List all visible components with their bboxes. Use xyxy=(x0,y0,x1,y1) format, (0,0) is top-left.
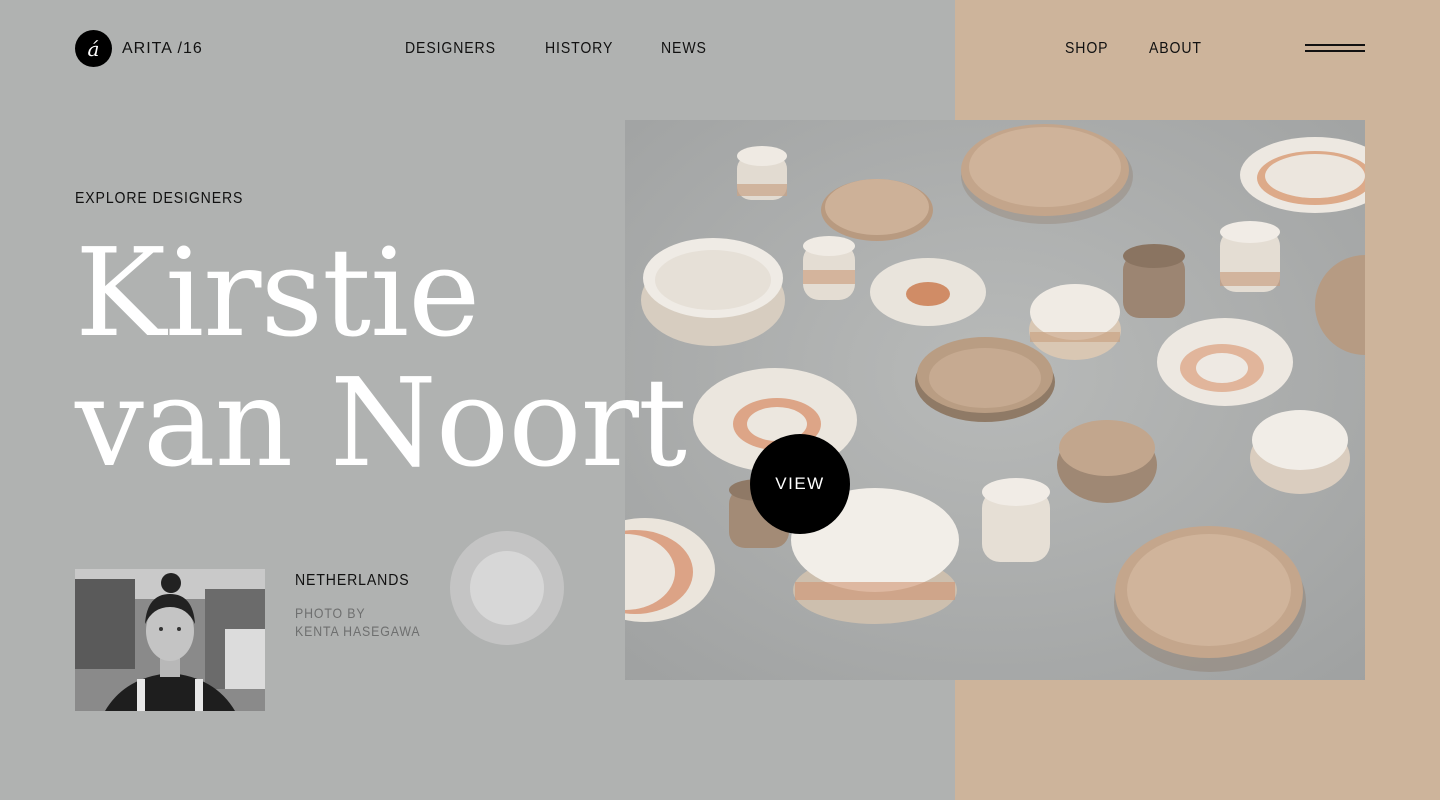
designer-first-name: Kirstie xyxy=(75,222,480,364)
photo-credit-label: PHOTO BY xyxy=(295,605,366,621)
designer-last-name: van Noort xyxy=(75,352,687,494)
designer-portrait[interactable] xyxy=(75,569,265,711)
decorative-circle xyxy=(450,531,564,645)
nav-designers[interactable]: DESIGNERS xyxy=(405,40,496,58)
nav-shop[interactable]: SHOP xyxy=(1065,40,1108,58)
brand-name: ARITA /16 xyxy=(122,39,203,57)
nav-about[interactable]: ABOUT xyxy=(1149,40,1202,58)
logo[interactable]: á ARITA /16 xyxy=(75,30,203,67)
designer-country: NETHERLANDS xyxy=(295,572,410,589)
photo-credit: PHOTO BY KENTA HASEGAWA xyxy=(295,604,421,640)
logo-mark-icon: á xyxy=(75,30,112,67)
hero-ceramics-image[interactable] xyxy=(625,120,1365,680)
explore-designers-label: EXPLORE DESIGNERS xyxy=(75,190,244,207)
nav-news[interactable]: NEWS xyxy=(661,40,707,58)
nav-history[interactable]: HISTORY xyxy=(545,40,613,58)
hamburger-menu-icon[interactable] xyxy=(1305,42,1365,54)
view-button[interactable]: VIEW xyxy=(750,434,850,534)
ceramics-illustration xyxy=(625,120,1365,680)
photo-credit-name: KENTA HASEGAWA xyxy=(295,623,421,639)
portrait-photo xyxy=(75,569,265,711)
designer-name-heading: Kirstie van Noort xyxy=(75,222,687,494)
